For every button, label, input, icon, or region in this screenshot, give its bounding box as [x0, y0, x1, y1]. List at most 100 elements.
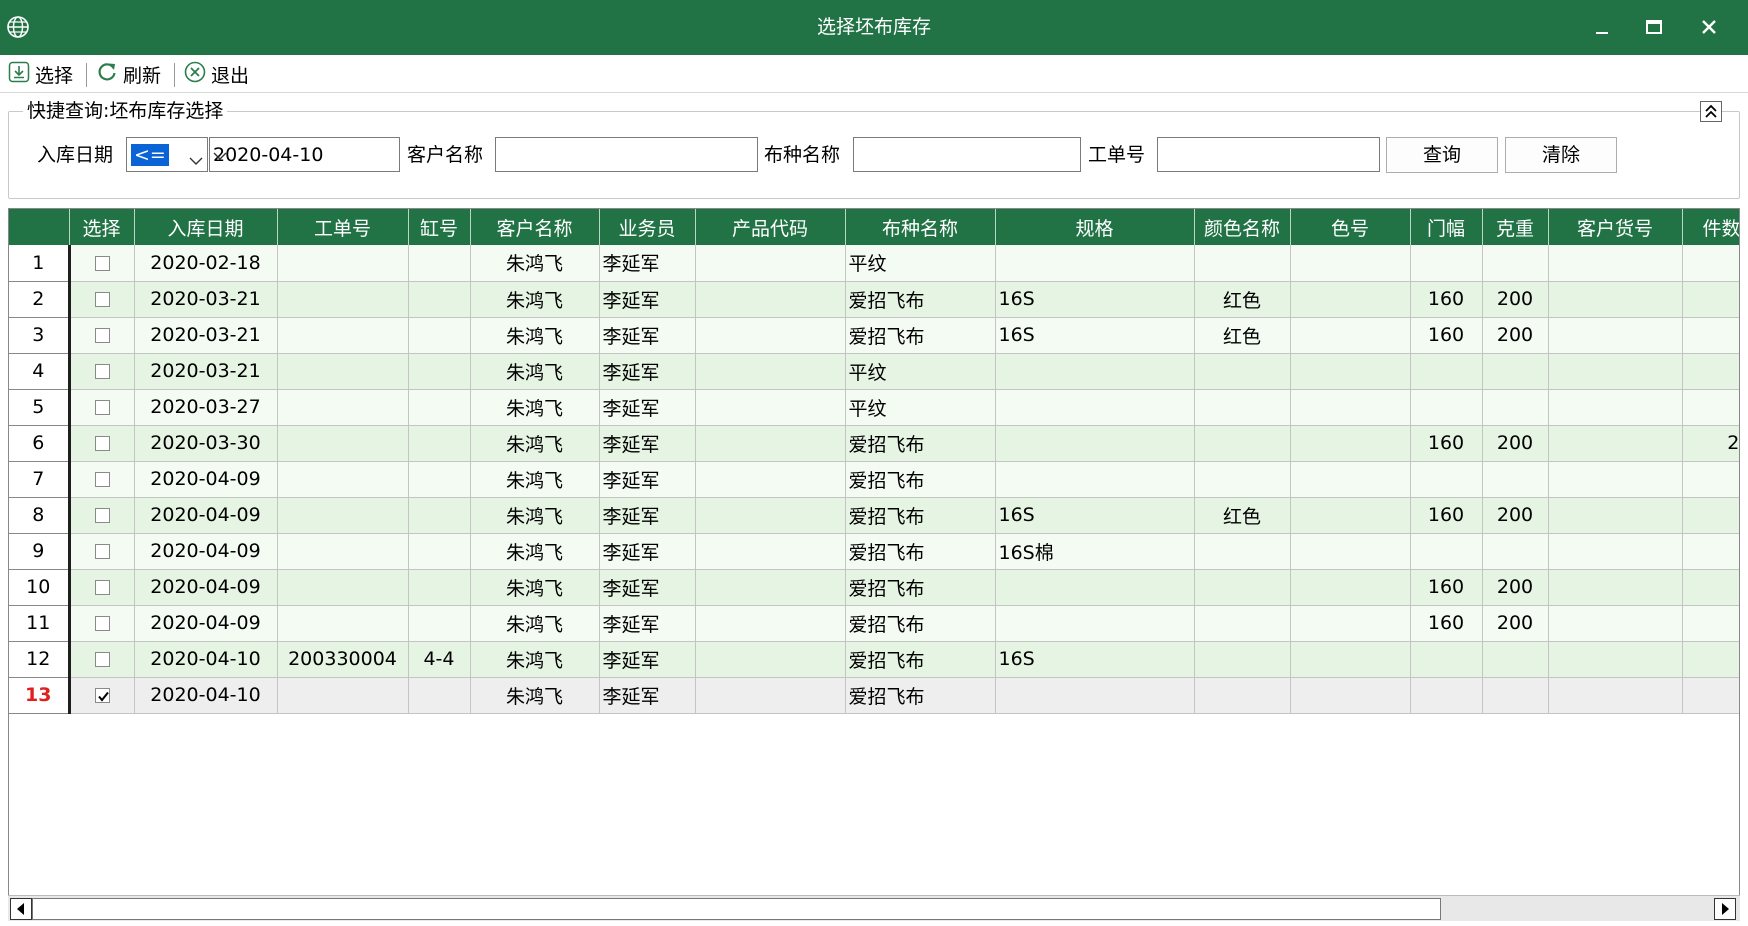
- cell-color-no[interactable]: [1290, 281, 1411, 318]
- select-cell[interactable]: [69, 569, 135, 606]
- cell-customer[interactable]: 朱鸿飞: [470, 281, 600, 318]
- cell-pieces[interactable]: [1682, 281, 1739, 318]
- column-header-sales[interactable]: 业务员: [599, 209, 696, 245]
- cell-cust-no[interactable]: [1548, 641, 1683, 678]
- row-select-checkbox[interactable]: [94, 400, 110, 415]
- column-header-spec[interactable]: 规格: [995, 209, 1195, 245]
- row-number[interactable]: 3: [9, 317, 71, 354]
- cell-code[interactable]: [695, 245, 846, 282]
- cell-order[interactable]: [277, 677, 409, 714]
- cell-pieces[interactable]: 1: [1682, 641, 1739, 678]
- cell-fabric[interactable]: 平纹: [845, 245, 996, 282]
- cell-fabric[interactable]: 平纹: [845, 353, 996, 390]
- cell-order[interactable]: [277, 461, 409, 498]
- cell-sales[interactable]: 李延军: [599, 281, 696, 318]
- cell-customer[interactable]: 朱鸿飞: [470, 569, 600, 606]
- cell-vat[interactable]: [408, 425, 471, 462]
- cell-order[interactable]: [277, 353, 409, 390]
- cell-vat[interactable]: [408, 533, 471, 570]
- column-header-customer[interactable]: 客户名称: [470, 209, 600, 245]
- cell-cust-no[interactable]: [1548, 353, 1683, 390]
- table-row[interactable]: 4 2020-03-21 朱鸿飞 李延军 平纹: [9, 353, 1739, 390]
- cell-pieces[interactable]: 1: [1682, 461, 1739, 498]
- cell-fabric[interactable]: 爱招飞布: [845, 281, 996, 318]
- column-header-weight[interactable]: 克重: [1482, 209, 1549, 245]
- row-select-checkbox[interactable]: [94, 508, 110, 523]
- cell-fabric[interactable]: 爱招飞布: [845, 641, 996, 678]
- cell-weight[interactable]: [1482, 461, 1549, 498]
- cell-cust-no[interactable]: [1548, 281, 1683, 318]
- cell-sales[interactable]: 李延军: [599, 533, 696, 570]
- cell-weight[interactable]: 200: [1482, 569, 1549, 606]
- cell-fabric[interactable]: 爱招飞布: [845, 425, 996, 462]
- cell-code[interactable]: [695, 677, 846, 714]
- row-number[interactable]: 1: [9, 245, 71, 282]
- row-select-checkbox[interactable]: [94, 652, 110, 667]
- date-operator-select[interactable]: <=: [126, 137, 208, 172]
- minimize-button[interactable]: [1575, 0, 1629, 55]
- row-number[interactable]: 13: [9, 677, 71, 714]
- cell-date[interactable]: 2020-03-21: [134, 317, 278, 354]
- select-cell[interactable]: [69, 245, 135, 282]
- cell-vat[interactable]: [408, 569, 471, 606]
- cell-spec[interactable]: [995, 245, 1195, 282]
- cell-vat[interactable]: 4-4: [408, 641, 471, 678]
- cell-customer[interactable]: 朱鸿飞: [470, 497, 600, 534]
- row-number[interactable]: 2: [9, 281, 71, 318]
- cell-color-no[interactable]: [1290, 641, 1411, 678]
- row-number[interactable]: 11: [9, 605, 71, 642]
- cell-date[interactable]: 2020-03-30: [134, 425, 278, 462]
- select-cell[interactable]: [69, 317, 135, 354]
- cell-sales[interactable]: 李延军: [599, 677, 696, 714]
- cell-weight[interactable]: 200: [1482, 281, 1549, 318]
- clear-button[interactable]: 清除: [1505, 137, 1617, 173]
- cell-pieces[interactable]: 1: [1682, 533, 1739, 570]
- cell-code[interactable]: [695, 281, 846, 318]
- cell-pieces[interactable]: [1682, 353, 1739, 390]
- cell-width[interactable]: [1410, 245, 1483, 282]
- cell-color[interactable]: [1194, 677, 1291, 714]
- cell-customer[interactable]: 朱鸿飞: [470, 245, 600, 282]
- cell-sales[interactable]: 李延军: [599, 245, 696, 282]
- column-header-select[interactable]: 选择: [69, 209, 135, 245]
- table-row[interactable]: 12 2020-04-102003300044-4朱鸿飞李延军 爱招飞布16S 1: [9, 641, 1739, 678]
- cell-cust-no[interactable]: [1548, 317, 1683, 354]
- cell-order[interactable]: [277, 245, 409, 282]
- select-cell[interactable]: [69, 605, 135, 642]
- cell-color-no[interactable]: [1290, 497, 1411, 534]
- cell-pieces[interactable]: [1682, 317, 1739, 354]
- row-select-checkbox[interactable]: [94, 436, 110, 451]
- cell-color-no[interactable]: [1290, 677, 1411, 714]
- cell-color[interactable]: [1194, 425, 1291, 462]
- cell-spec[interactable]: 16S: [995, 497, 1195, 534]
- cell-width[interactable]: [1410, 641, 1483, 678]
- cell-weight[interactable]: [1482, 641, 1549, 678]
- cell-customer[interactable]: 朱鸿飞: [470, 317, 600, 354]
- cell-width[interactable]: 160: [1410, 281, 1483, 318]
- cell-cust-no[interactable]: [1548, 245, 1683, 282]
- cell-date[interactable]: 2020-03-21: [134, 281, 278, 318]
- cell-pieces[interactable]: 8: [1682, 389, 1739, 426]
- cell-spec[interactable]: [995, 353, 1195, 390]
- cell-fabric[interactable]: 爱招飞布: [845, 461, 996, 498]
- table-row[interactable]: 9 2020-04-09 朱鸿飞李延军 爱招飞布16S棉 1: [9, 533, 1739, 570]
- cell-order[interactable]: [277, 389, 409, 426]
- cell-color[interactable]: [1194, 533, 1291, 570]
- cell-vat[interactable]: [408, 389, 471, 426]
- cell-color[interactable]: [1194, 605, 1291, 642]
- cell-color-no[interactable]: [1290, 461, 1411, 498]
- column-header-color-no[interactable]: 色号: [1290, 209, 1411, 245]
- cell-color-no[interactable]: [1290, 245, 1411, 282]
- select-cell[interactable]: [69, 461, 135, 498]
- cell-width[interactable]: [1410, 533, 1483, 570]
- row-select-checkbox[interactable]: [94, 688, 110, 703]
- cell-vat[interactable]: [408, 281, 471, 318]
- cell-order[interactable]: 200330004: [277, 641, 409, 678]
- cell-date[interactable]: 2020-02-18: [134, 245, 278, 282]
- cell-customer[interactable]: 朱鸿飞: [470, 605, 600, 642]
- table-row[interactable]: 2 2020-03-21 朱鸿飞 李延军 爱招飞布 16S 红色 160 200: [9, 281, 1739, 318]
- cell-color[interactable]: 红色: [1194, 497, 1291, 534]
- row-select-checkbox[interactable]: [94, 292, 110, 307]
- cell-color[interactable]: [1194, 641, 1291, 678]
- cell-sales[interactable]: 李延军: [599, 569, 696, 606]
